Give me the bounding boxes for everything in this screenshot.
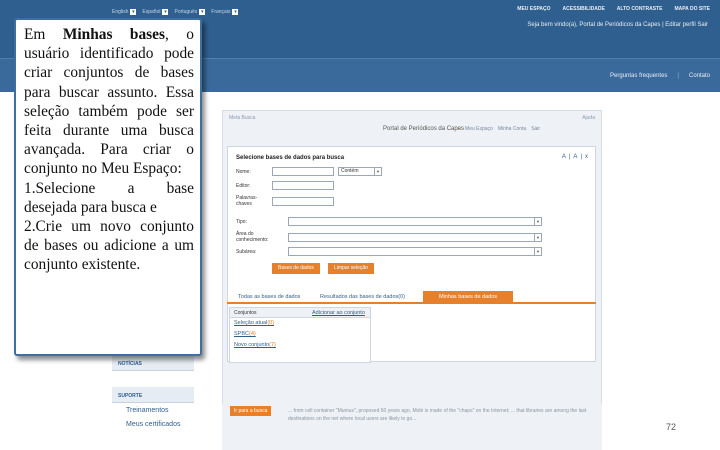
list-item[interactable]: Seleção atual(0) (230, 318, 370, 329)
help-link[interactable]: Ajuda (582, 115, 595, 121)
sidebar-item-treinamentos[interactable]: Treinamentos (112, 403, 194, 417)
database-tabs: Todas as bases de dados Resultados das b… (227, 291, 596, 304)
font-increase-button[interactable]: A (562, 154, 566, 160)
header-links: MEU ESPAÇO ACESSIBILIDADE ALTO CONTRASTE… (517, 6, 710, 12)
chevron-down-icon[interactable]: ▾ (232, 9, 239, 15)
bottom-strip: Ir para a busca ... from cell container … (222, 404, 602, 450)
link-alto-contraste[interactable]: ALTO CONTRASTE (617, 6, 663, 12)
sidebar: NOTÍCIAS SUPORTE Treinamentos Meus certi… (112, 355, 194, 431)
match-select[interactable]: Contém ▼ (338, 167, 382, 176)
editor-label: Editor: (236, 182, 251, 189)
keywords-input[interactable] (272, 196, 334, 206)
callout-step2: 2.Crie um novo conjunto de bases ou adic… (24, 218, 194, 274)
instruction-callout: Em Minhas bases, o usuário identificado … (14, 18, 202, 356)
row-editor: Editor: (236, 181, 334, 190)
language-option[interactable]: Español ▾ (142, 9, 169, 15)
link-meu-espaco[interactable]: MEU ESPAÇO (517, 6, 550, 12)
nome-label: Nome: (236, 168, 251, 175)
separator: | (580, 154, 582, 160)
subarea-label: Subárea: (236, 248, 257, 255)
go-to-search-button[interactable]: Ir para a busca (230, 406, 272, 416)
portal-title: Portal de Periódicos da Capes (383, 126, 465, 132)
tab-minhas-bases[interactable]: Minhas bases de dados (423, 291, 513, 304)
tab-todas-bases[interactable]: Todas as bases de dados (235, 291, 303, 304)
dialog-title: Selecione bases de dados para busca (236, 155, 345, 161)
chevron-down-icon[interactable]: ▾ (162, 9, 169, 15)
add-to-set-link[interactable]: Adicionar ao conjunto (312, 310, 365, 316)
keywords-label: Palavras-chaves (236, 195, 258, 207)
callout-bold: Minhas bases (62, 26, 165, 43)
language-option[interactable]: Français ▾ (211, 9, 239, 15)
nome-input[interactable] (272, 167, 334, 176)
area-select[interactable]: ▼ (288, 232, 542, 242)
link-sair[interactable]: Sair (531, 126, 540, 132)
search-databases-button[interactable]: Bases de dados (272, 263, 320, 274)
row-keywords: Palavras-chaves (236, 195, 334, 207)
separator: | (568, 154, 571, 160)
clear-selection-button[interactable]: Limpar seleção (328, 263, 374, 274)
dialog-controls: A | A | x (562, 154, 588, 160)
editor-input[interactable] (272, 181, 334, 190)
language-option[interactable]: Português ▾ (174, 9, 206, 15)
link-acessibilidade[interactable]: ACESSIBILIDADE (563, 6, 605, 12)
list-item[interactable]: SPBC(4) (230, 329, 370, 340)
nav-separator: | (677, 73, 679, 79)
welcome-text: Seja bem vindo(a), Portal de Periódicos … (527, 22, 708, 28)
tipo-select[interactable]: ▼ (288, 217, 542, 226)
nav-faq[interactable]: Perguntas frequentes (610, 73, 667, 79)
list-item[interactable]: Novo conjunto(7) (230, 340, 370, 351)
chevron-down-icon[interactable]: ▾ (130, 9, 137, 15)
callout-step1: 1.Selecione a base desejada para busca e (24, 179, 194, 216)
link-meu-espaco-sub[interactable]: Meu Espaço (465, 126, 493, 132)
row-area: Área do conhecimento: ▼ (236, 231, 542, 243)
link-mapa-do-site[interactable]: MAPA DO SITE (674, 6, 710, 12)
chevron-down-icon[interactable]: ▾ (199, 9, 206, 15)
language-option[interactable]: English ▾ (112, 9, 137, 15)
chevron-down-icon[interactable]: ▼ (534, 233, 541, 241)
row-tipo: Tipo: ▼ (236, 217, 542, 226)
home-icon[interactable]: ⌂ (457, 126, 460, 132)
language-selector: English ▾ Español ▾ Português ▾ Français ▾ (112, 9, 239, 15)
subarea-select[interactable]: ▼ (288, 247, 542, 256)
tab-resultados[interactable]: Resultados das bases de dados(0) (317, 291, 408, 304)
row-subarea: Subárea: ▼ (236, 247, 542, 256)
account-links: ⌂ Meu Espaço Minha Conta Sair (457, 126, 540, 132)
nav-contact[interactable]: Contato (689, 73, 710, 79)
chevron-down-icon[interactable]: ▼ (374, 168, 381, 175)
sidebar-header-suporte[interactable]: SUPORTE (112, 387, 194, 403)
close-icon[interactable]: x (585, 154, 588, 160)
chevron-down-icon[interactable]: ▼ (534, 218, 541, 225)
area-label: Área do conhecimento: (236, 231, 269, 243)
sidebar-item-certificados[interactable]: Meus certificados (112, 417, 194, 431)
bottom-text: ... from cell container "Mumus", propose… (288, 408, 587, 422)
chevron-down-icon[interactable]: ▼ (534, 248, 541, 255)
font-decrease-button[interactable]: A (573, 154, 577, 160)
breadcrumb[interactable]: Meta Busca (229, 115, 255, 121)
sidebar-header-noticias[interactable]: NOTÍCIAS (112, 355, 194, 371)
page-number: 72 (666, 422, 677, 432)
row-nome: Nome: Contém ▼ (236, 167, 382, 176)
tipo-label: Tipo: (236, 218, 247, 225)
link-minha-conta[interactable]: Minha Conta (498, 126, 526, 132)
callout-intro: Em Minhas bases, o usuário identificado … (24, 26, 194, 178)
